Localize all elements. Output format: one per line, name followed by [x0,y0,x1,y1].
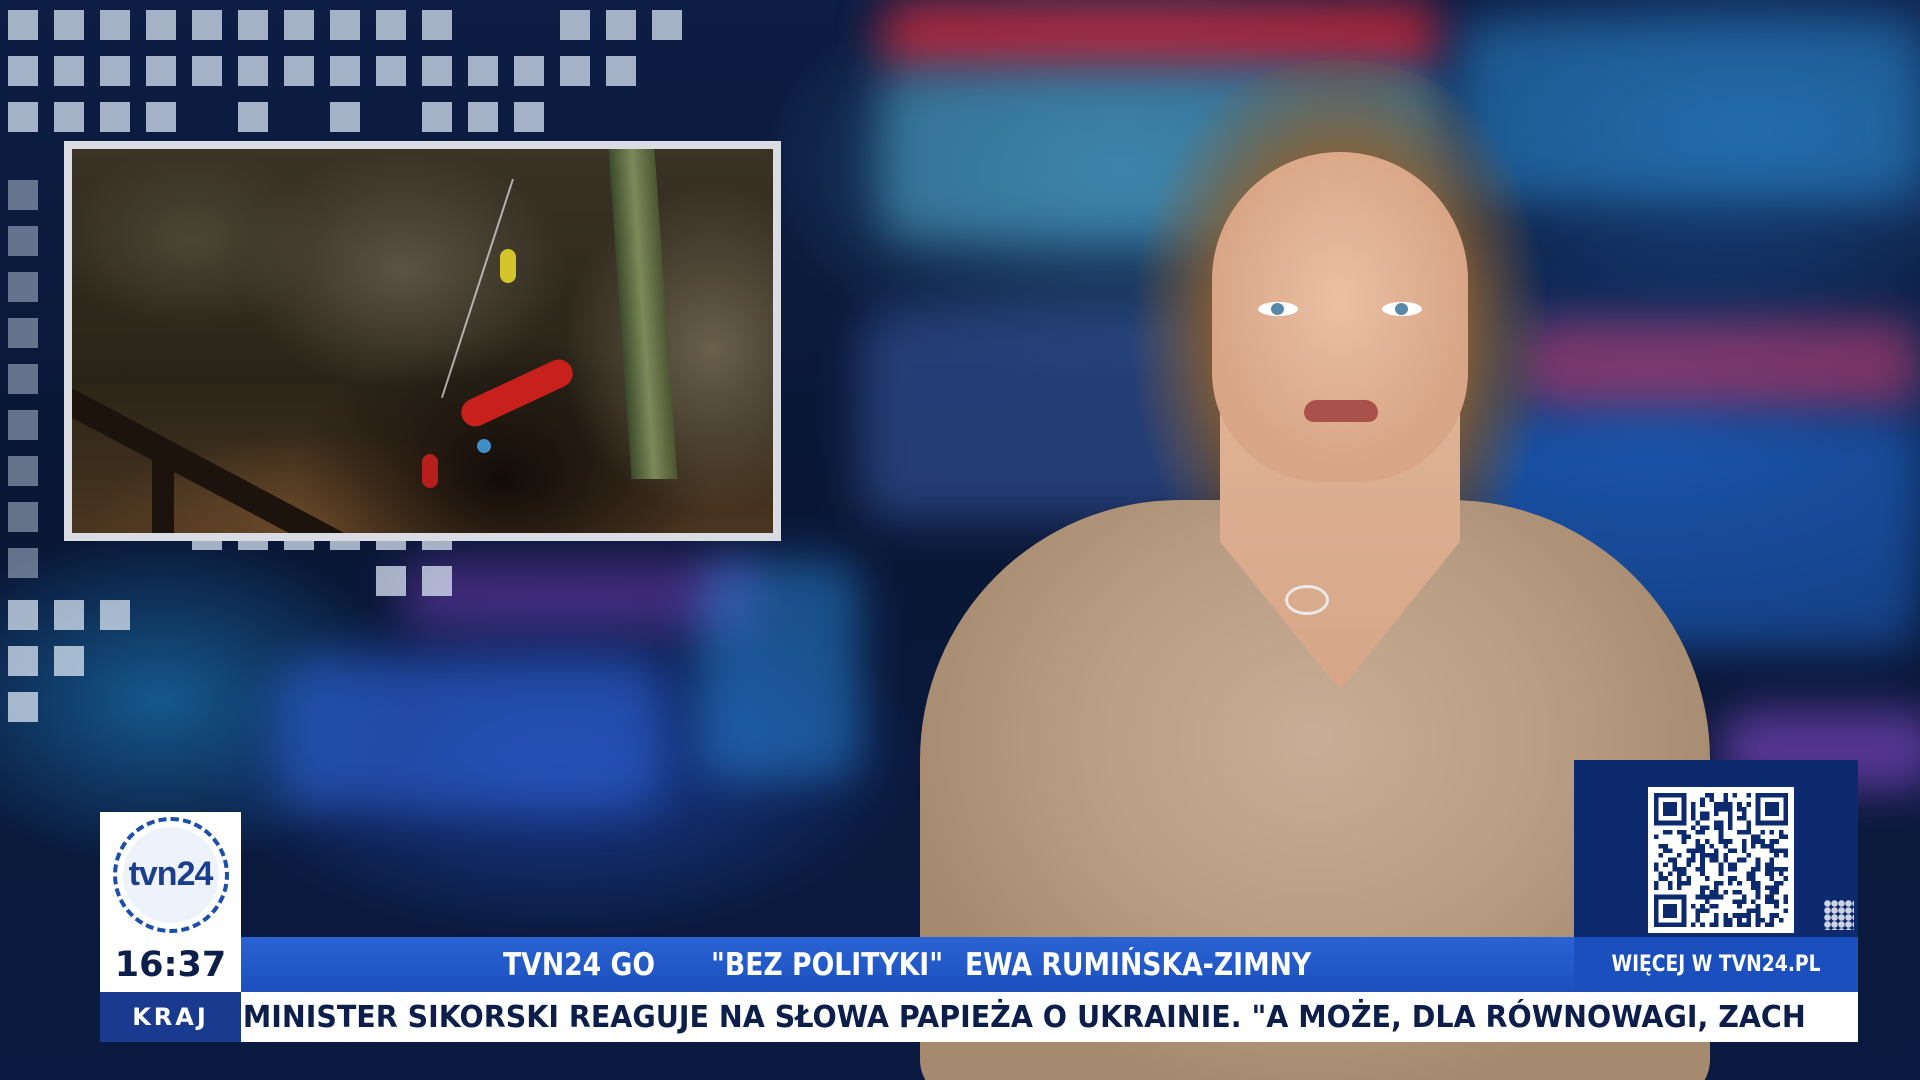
show-name: "BEZ POLITYKI" [711,947,944,983]
program-info-bar: TVN24 GO "BEZ POLITYKI" EWA RUMIŃSKA-ZIM… [241,937,1574,992]
pixel-square [146,102,176,132]
pixel-square [192,56,222,86]
bg-screen-blue-5 [700,560,860,780]
pixel-square [8,364,38,394]
anchor-eye [1258,302,1298,316]
dot-pattern-decoration [1824,900,1854,930]
pixel-square [560,10,590,40]
pixel-square [100,102,130,132]
pixel-square [238,56,268,86]
rescuer-figure [422,454,438,488]
pixel-square [238,102,268,132]
pixel-square [422,10,452,40]
pixel-square [8,548,38,578]
program-name: TVN24 GO [503,947,656,983]
pixel-square [8,646,38,676]
inset-news-picture [64,141,781,541]
pixel-square [8,600,38,630]
more-on-site-label: WIĘCEJ W TVN24.PL [1574,937,1858,992]
pixel-square [54,10,84,40]
pixel-square [330,56,360,86]
pixel-square [376,56,406,86]
pixel-square [514,102,544,132]
qr-code-icon [1648,787,1794,933]
pixel-square [422,566,452,596]
pixel-square [8,10,38,40]
pixel-square [8,102,38,132]
necklace-pendant [1285,585,1329,615]
pixel-square [54,600,84,630]
pixel-square [8,410,38,440]
anchor-mouth [1304,400,1378,422]
qr-code-graphic [1654,793,1788,927]
pixel-square [422,56,452,86]
pixel-square [146,56,176,86]
pixel-square [468,102,498,132]
railing-post [152,449,174,533]
rescuer-figure [500,249,516,283]
rescuer-helmet [477,439,491,453]
pixel-square [606,56,636,86]
pixel-square [8,456,38,486]
pixel-square [422,102,452,132]
pixel-square [192,10,222,40]
pixel-square [468,56,498,86]
pixel-square [606,10,636,40]
clock-time: 16:37 [100,937,241,992]
pixel-square [652,10,682,40]
logo-text: tvn24 [128,855,214,893]
channel-logo: tvn24 [100,812,241,937]
pixel-square [54,56,84,86]
anchor-face [1212,152,1468,482]
pixel-square [238,10,268,40]
pixel-square [8,318,38,348]
pixel-square [376,10,406,40]
pixel-square [8,180,38,210]
pixel-square [100,10,130,40]
logo-ring-icon: tvn24 [112,816,229,933]
anchor-eye [1382,302,1422,316]
bg-screen-blue-4 [280,660,660,810]
pixel-square [284,56,314,86]
pixel-square [146,10,176,40]
qr-panel [1574,760,1858,937]
pixel-square [8,56,38,86]
pixel-square [284,10,314,40]
pixel-square [54,646,84,676]
pixel-square [8,502,38,532]
guest-name: EWA RUMIŃSKA-ZIMNY [965,947,1312,983]
pixel-square [514,56,544,86]
ticker-text: MINISTER SIKORSKI REAGUJE NA SŁOWA PAPIE… [242,999,1806,1035]
pixel-square [8,226,38,256]
section-label: KRAJ [100,992,241,1042]
pixel-square [376,566,406,596]
pixel-square [330,102,360,132]
pixel-square [8,692,38,722]
pixel-square [560,56,590,86]
pixel-square [8,272,38,302]
pixel-square [100,56,130,86]
news-ticker: MINISTER SIKORSKI REAGUJE NA SŁOWA PAPIE… [241,992,1858,1042]
pixel-square [100,600,130,630]
pixel-square [330,10,360,40]
pixel-square [54,102,84,132]
